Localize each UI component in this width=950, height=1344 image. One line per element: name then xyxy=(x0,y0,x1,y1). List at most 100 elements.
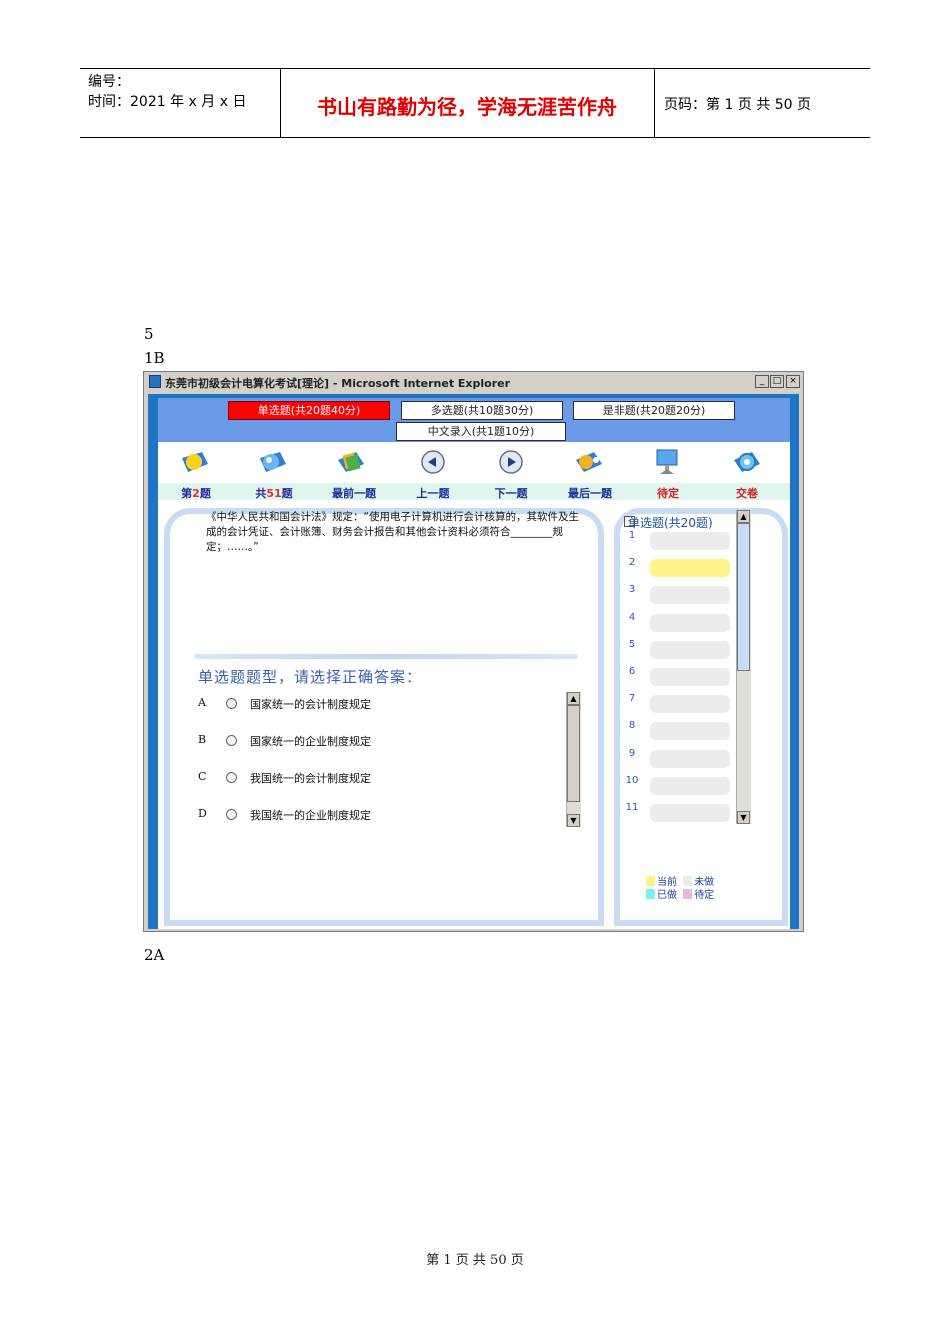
question-list-item[interactable]: 5 xyxy=(620,639,750,659)
previous-question-button[interactable]: 上一题 xyxy=(398,485,468,501)
question-number: 7 xyxy=(628,693,636,704)
option-text: 国家统一的会计制度规定 xyxy=(250,698,371,711)
question-list-item[interactable]: 1 xyxy=(620,530,750,550)
option-a[interactable]: A 国家统一的会计制度规定 xyxy=(198,696,538,714)
previous-question-icon[interactable] xyxy=(418,448,448,476)
scroll-up-icon[interactable]: ▲ xyxy=(567,692,580,705)
pending-monitor-icon[interactable] xyxy=(652,448,682,476)
toolbar-labels: 第2题 共51题 最前一题 上一题 下一题 最后一题 待定 交卷 xyxy=(158,483,790,500)
submit-exam-icon[interactable] xyxy=(732,448,762,476)
tab-single-choice[interactable]: 单选题(共20题40分) xyxy=(228,401,390,420)
question-status-bar xyxy=(650,695,730,713)
question-number: 8 xyxy=(628,720,636,731)
ie-app-icon xyxy=(149,375,161,388)
question-divider xyxy=(194,654,578,659)
page-footer: 第 1 页 共 50 页 xyxy=(426,1253,524,1268)
status-legend: 当前 未做 已做 待定 xyxy=(646,876,714,902)
question-number: 2 xyxy=(628,557,636,568)
scroll-down-icon[interactable]: ▼ xyxy=(567,814,580,827)
question-list-item[interactable]: 9 xyxy=(620,748,750,768)
total-questions-label: 共51题 xyxy=(255,487,293,500)
question-number: 6 xyxy=(628,666,636,677)
legend-undone-swatch xyxy=(683,876,693,886)
first-question-button[interactable]: 最前一题 xyxy=(319,485,389,501)
question-list-item[interactable]: 4 xyxy=(620,612,750,632)
option-text: 我国统一的企业制度规定 xyxy=(250,809,371,822)
ie-window: 东莞市初级会计电算化考试[理论] - Microsoft Internet Ex… xyxy=(143,371,804,932)
question-list-item[interactable]: 6 xyxy=(620,666,750,686)
legend-row: 已做 待定 xyxy=(646,889,714,902)
question-list-item[interactable]: 7 xyxy=(620,693,750,713)
next-question-icon[interactable] xyxy=(496,448,526,476)
option-radio[interactable] xyxy=(226,809,237,820)
question-number: 4 xyxy=(628,612,636,623)
header-page-label: 页码：第 1 页 共 50 页 xyxy=(664,97,811,113)
question-number: 9 xyxy=(628,748,636,759)
option-letter: A xyxy=(198,696,206,709)
legend-done-swatch xyxy=(646,889,655,899)
ie-window-title: 东莞市初级会计电算化考试[理论] - Microsoft Internet Ex… xyxy=(165,377,511,390)
question-number: 10 xyxy=(625,775,639,786)
question-status-bar xyxy=(650,641,730,659)
question-list-item[interactable]: 3 xyxy=(620,584,750,604)
question-panel xyxy=(164,508,604,926)
ie-titlebar[interactable]: 东莞市初级会计电算化考试[理论] - Microsoft Internet Ex… xyxy=(145,373,802,391)
header-meta: 编号： 时间：2021 年 x 月 x 日 xyxy=(88,72,246,112)
question-list-item[interactable]: 11 xyxy=(620,802,750,822)
question-list-item[interactable]: 2 xyxy=(620,557,750,577)
option-letter: B xyxy=(198,733,207,746)
total-questions-icon[interactable] xyxy=(258,448,288,476)
option-d[interactable]: D 我国统一的企业制度规定 xyxy=(198,807,538,825)
submit-button[interactable]: 交卷 xyxy=(712,485,782,501)
question-status-bar xyxy=(650,750,730,768)
scroll-thumb[interactable] xyxy=(567,705,580,802)
ie-client-area: 单选题(共20题40分) 多选题(共10题30分) 是非题(共20题20分) 中… xyxy=(148,394,799,929)
question-status-bar xyxy=(650,614,730,632)
legend-undone: 未做 xyxy=(694,877,715,888)
options-scrollbar[interactable]: ▲ ▼ xyxy=(566,692,581,827)
option-letter: C xyxy=(198,770,207,783)
next-question-button[interactable]: 下一题 xyxy=(476,485,546,501)
question-status-bar xyxy=(650,777,730,795)
option-radio[interactable] xyxy=(226,735,237,746)
question-status-bar xyxy=(650,559,730,577)
question-list-title: 单选题(共20题) xyxy=(628,516,713,530)
option-radio[interactable] xyxy=(226,772,237,783)
question-number: 11 xyxy=(625,802,639,813)
option-text: 国家统一的企业制度规定 xyxy=(250,735,371,748)
tab-chinese-input[interactable]: 中文录入(共1题10分) xyxy=(396,422,566,441)
legend-current-swatch xyxy=(646,876,655,886)
tab-true-false[interactable]: 是非题(共20题20分) xyxy=(573,401,735,420)
scroll-thumb[interactable] xyxy=(737,523,750,671)
current-question-label: 第2题 xyxy=(181,487,211,500)
option-c[interactable]: C 我国统一的会计制度规定 xyxy=(198,770,538,788)
maximize-button[interactable]: □ xyxy=(770,375,784,388)
document-header: 编号： 时间：2021 年 x 月 x 日 书山有路勤为径，学海无涯苦作舟 页码… xyxy=(80,68,870,138)
option-radio[interactable] xyxy=(226,698,237,709)
close-button[interactable]: × xyxy=(786,375,800,388)
question-list-scrollbar[interactable]: ▲ ▼ xyxy=(736,510,751,824)
body-line: 5 xyxy=(144,325,154,343)
legend-pending: 待定 xyxy=(694,890,715,901)
option-b[interactable]: B 国家统一的企业制度规定 xyxy=(198,733,538,751)
header-divider xyxy=(654,69,655,137)
last-question-icon[interactable] xyxy=(574,448,604,476)
question-status-bar xyxy=(650,722,730,740)
question-list-item[interactable]: 8 xyxy=(620,720,750,740)
tab-multiple-choice[interactable]: 多选题(共10题30分) xyxy=(401,401,563,420)
question-status-bar xyxy=(650,586,730,604)
legend-current: 当前 xyxy=(657,877,677,888)
first-question-icon[interactable] xyxy=(336,448,366,476)
scroll-up-icon[interactable]: ▲ xyxy=(737,510,750,523)
exam-page: 单选题(共20题40分) 多选题(共10题30分) 是非题(共20题20分) 中… xyxy=(158,398,790,929)
minimize-button[interactable]: _ xyxy=(755,375,769,388)
option-letter: D xyxy=(198,807,207,820)
last-question-button[interactable]: 最后一题 xyxy=(555,485,625,501)
current-question-icon[interactable] xyxy=(180,448,210,476)
question-status-bar xyxy=(650,668,730,686)
scroll-down-icon[interactable]: ▼ xyxy=(737,811,750,824)
question-list-item[interactable]: 10 xyxy=(620,775,750,795)
pending-button[interactable]: 待定 xyxy=(633,485,703,501)
option-text: 我国统一的会计制度规定 xyxy=(250,772,371,785)
body-line: 2A xyxy=(144,946,165,964)
